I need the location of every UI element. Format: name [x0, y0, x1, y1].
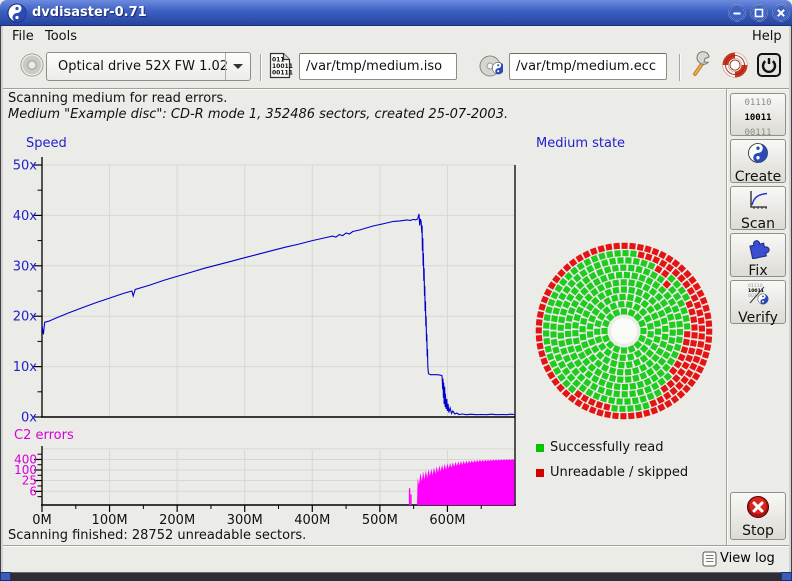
chevron-down-icon [225, 53, 250, 80]
scan-button[interactable]: Scan [730, 186, 786, 230]
svg-text:50x: 50x [13, 159, 38, 174]
titlebar[interactable]: dvdisaster-0.71 [0, 0, 792, 26]
view-log-label: View log [720, 551, 775, 566]
legend-label: Successfully read [550, 440, 663, 455]
green-swatch-icon [536, 444, 544, 452]
toolbar-separator [260, 54, 261, 81]
minimize-button[interactable] [728, 4, 746, 22]
svg-text:0M: 0M [32, 513, 52, 528]
menu-tools[interactable]: Tools [41, 29, 81, 44]
footer-separator [3, 545, 789, 546]
status-line-2: Medium "Example disc": CD-R mode 1, 3524… [8, 107, 508, 122]
stop-label: Stop [731, 523, 785, 539]
ecc-file-button[interactable] [477, 52, 503, 82]
power-icon [755, 51, 783, 79]
preferences-button[interactable] [687, 51, 715, 82]
maximize-button[interactable] [750, 4, 768, 22]
svg-text:10x: 10x [13, 360, 38, 375]
drive-button[interactable] [18, 51, 46, 82]
resize-corner-left[interactable] [0, 572, 11, 581]
drive-selector-value: Optical drive 52X FW 1.02 [58, 59, 228, 74]
c2-chart-title: C2 errors [14, 428, 74, 443]
svg-text:40x: 40x [13, 209, 38, 224]
medium-state-title: Medium state [536, 136, 625, 151]
ecc-path-input[interactable] [509, 53, 667, 80]
svg-text:30x: 30x [13, 259, 38, 274]
stop-button[interactable]: Stop [730, 492, 786, 540]
svg-text:200M: 200M [159, 513, 195, 528]
svg-text:400: 400 [14, 452, 37, 466]
toolbar: Optical drive 52X FW 1.02 011 10011 0011… [3, 47, 789, 89]
svg-text:500M: 500M [362, 513, 398, 528]
svg-text:300M: 300M [227, 513, 263, 528]
legend-label: Unreadable / skipped [550, 465, 688, 480]
yin-yang-icon [746, 141, 770, 165]
cd-icon [18, 51, 46, 79]
stop-icon [746, 495, 770, 519]
close-button[interactable] [772, 4, 790, 22]
red-swatch-icon [536, 469, 544, 477]
verify-icon: 01110 10011 00111 [745, 282, 771, 306]
ecc-disc-icon [477, 52, 503, 79]
app-logo-icon [7, 3, 27, 27]
wrench-icon [687, 51, 715, 79]
menu-help[interactable]: Help [748, 29, 786, 44]
svg-text:00111: 00111 [272, 70, 293, 77]
app-window: dvdisaster-0.71 File Tools Help Opti [0, 0, 792, 581]
puzzle-piece-icon [746, 235, 770, 259]
toolbar-separator [679, 54, 680, 81]
verify-label: Verify [731, 310, 785, 326]
iso-file-button[interactable]: 011 10011 00111 [267, 52, 293, 82]
help-button[interactable] [721, 51, 749, 82]
menubar: File Tools Help [3, 26, 789, 47]
window-title: dvdisaster-0.71 [32, 5, 147, 20]
svg-text:20x: 20x [13, 310, 38, 325]
window-border-bottom [0, 572, 792, 581]
speed-chart-title: Speed [26, 136, 67, 151]
sidebar-separator [726, 89, 727, 545]
binary-doc-icon: 011 10011 00111 [267, 52, 293, 79]
create-label: Create [731, 169, 785, 185]
log-list-icon [702, 551, 717, 567]
scan-label: Scan [731, 216, 785, 232]
binary-rows-icon: 01110 10011 00111 [744, 98, 771, 138]
window-border-left [0, 26, 3, 572]
menu-file[interactable]: File [8, 29, 38, 44]
fix-button[interactable]: Fix [730, 233, 786, 277]
svg-text:100: 100 [14, 463, 37, 477]
scan-result-message: Scanning finished: 28752 unreadable sect… [8, 528, 306, 543]
drive-selector[interactable]: Optical drive 52X FW 1.02 [46, 52, 251, 81]
scan-chart-icon [746, 188, 770, 212]
svg-text:25: 25 [22, 474, 37, 488]
read-button[interactable]: 01110 10011 00111 Read [730, 93, 786, 136]
quit-button[interactable] [755, 51, 783, 82]
svg-text:400M: 400M [294, 513, 330, 528]
fix-label: Fix [731, 263, 785, 279]
svg-text:0x: 0x [21, 411, 37, 426]
lifesaver-icon [721, 51, 749, 79]
status-line-1: Scanning medium for read errors. [8, 91, 227, 106]
svg-text:6: 6 [29, 484, 37, 498]
iso-path-input[interactable] [299, 53, 457, 80]
create-button[interactable]: Create [730, 139, 786, 183]
resize-corner-right[interactable] [781, 572, 792, 581]
svg-text:100M: 100M [92, 513, 128, 528]
svg-text:600M: 600M [429, 513, 465, 528]
view-log-button[interactable]: View log [700, 549, 784, 569]
verify-button[interactable]: 01110 10011 00111 Verify [730, 280, 786, 324]
